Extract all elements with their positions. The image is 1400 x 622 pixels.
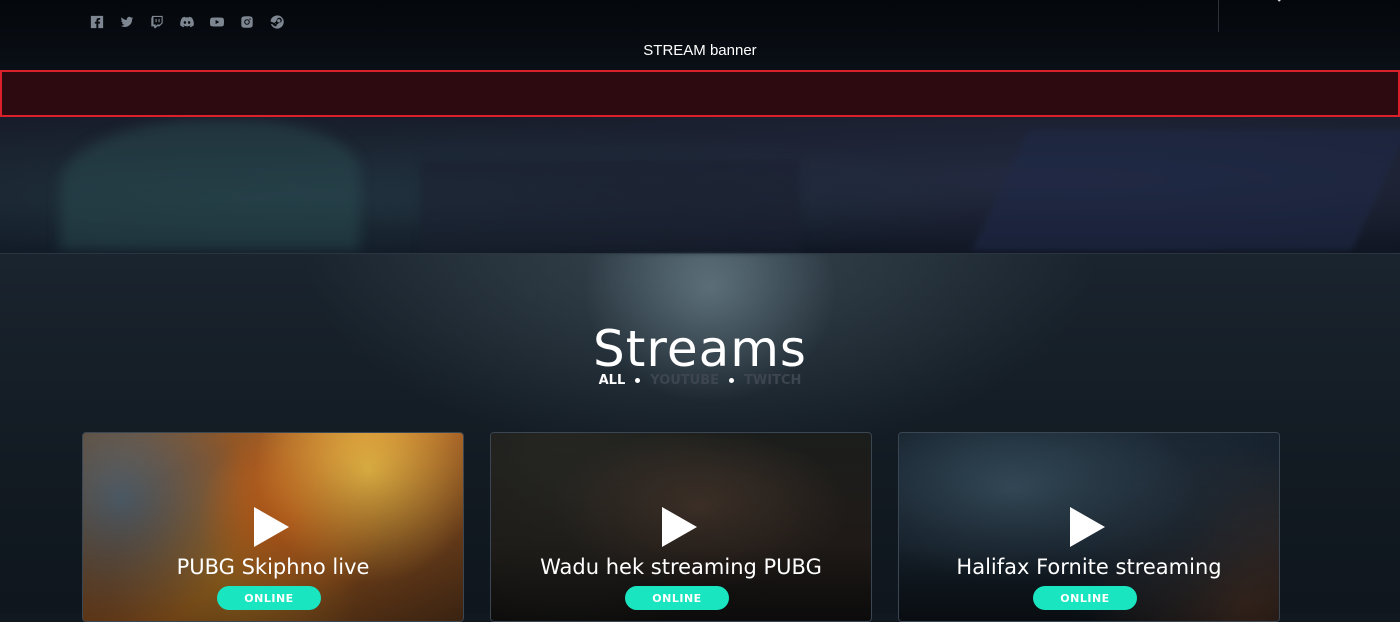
status-badge: ONLINE — [625, 586, 729, 610]
youtube-icon[interactable] — [210, 15, 224, 29]
play-icon[interactable] — [1070, 507, 1105, 547]
banner-label: STREAM banner — [643, 42, 757, 59]
stream-banner-highlight — [0, 70, 1400, 117]
header-divider — [1218, 0, 1219, 32]
discord-icon[interactable] — [180, 15, 194, 29]
site-header: STREAM banner — [0, 0, 1400, 70]
filter-separator — [635, 378, 641, 383]
hero-art — [972, 130, 1400, 250]
facebook-icon[interactable] — [90, 15, 104, 29]
stream-title: Wadu hek streaming PUBG — [540, 555, 822, 579]
filter-twitch[interactable]: TWITCH — [744, 373, 801, 388]
stream-card[interactable]: Halifax Fornite streaming ONLINE — [898, 432, 1280, 622]
search-icon[interactable] — [1263, 0, 1283, 4]
twitter-icon[interactable] — [120, 15, 134, 29]
streams-section: Streams ALL YOUTUBE TWITCH PUBG Skiphno … — [0, 253, 1400, 622]
play-icon[interactable] — [254, 507, 289, 547]
status-badge: ONLINE — [1033, 586, 1137, 610]
hero-art — [60, 120, 360, 250]
stream-filters: ALL YOUTUBE TWITCH — [0, 373, 1400, 388]
instagram-icon[interactable] — [240, 15, 254, 29]
hero-art — [420, 160, 800, 253]
filter-youtube[interactable]: YOUTUBE — [650, 373, 719, 388]
section-title: Streams — [593, 320, 807, 378]
social-links — [90, 15, 284, 29]
stream-title: Halifax Fornite streaming — [956, 555, 1222, 579]
status-badge: ONLINE — [217, 586, 321, 610]
stream-card[interactable]: PUBG Skiphno live ONLINE — [82, 432, 464, 622]
steam-icon[interactable] — [270, 15, 284, 29]
twitch-icon[interactable] — [150, 15, 164, 29]
stream-card[interactable]: Wadu hek streaming PUBG ONLINE — [490, 432, 872, 622]
stream-title: PUBG Skiphno live — [176, 555, 370, 579]
filter-all[interactable]: ALL — [599, 373, 626, 388]
play-icon[interactable] — [662, 507, 697, 547]
filter-separator — [729, 378, 735, 383]
